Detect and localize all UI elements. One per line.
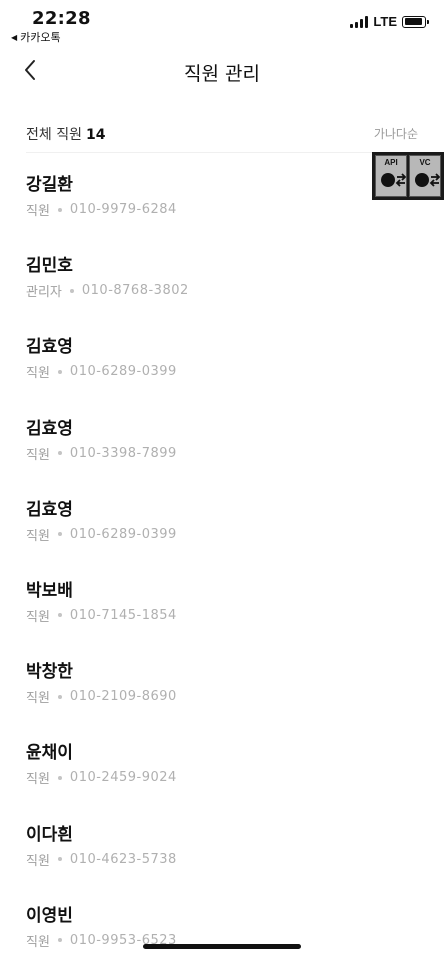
employee-name: 이다흰 [26,824,73,845]
page-title: 직원 관리 [184,63,260,85]
vc-swap-icon [415,173,440,187]
employee-meta: 직원 010-7145-1854 [26,606,177,625]
back-triangle-icon: ◀ [11,32,18,42]
employee-role: 직원 [26,609,50,625]
separator-dot [57,857,62,861]
count-label: 전체 직원 [26,127,82,143]
employee-name: 박보배 [26,580,73,601]
employee-name: 윤채이 [26,743,73,764]
employee-role: 관리자 [26,285,62,301]
employee-name: 김민호 [26,256,73,277]
separator-dot [57,369,62,374]
employee-phone: 010-3398-7899 [69,445,177,461]
employee-role: 직원 [26,691,50,707]
vc-label: VC [419,158,431,167]
separator-dot [57,613,62,618]
employee-meta: 직원 010-9979-6284 [26,200,177,219]
debug-overlay-widget: API VC [372,152,444,200]
employee-role: 직원 [26,853,50,869]
separator-dot [57,451,62,456]
employee-meta: 직원 010-6289-0399 [26,362,177,381]
employee-list: 강길환 직원 010-9979-6284 김민호 관리자 010-8768-38… [26,165,418,977]
employee-row[interactable]: 김효영 직원 010-6289-0399 [26,490,418,571]
employee-role: 직원 [26,204,50,219]
signal-icon [350,15,369,28]
back-to-app-link[interactable]: ◀ 카카오톡 [11,29,61,45]
employee-row[interactable]: 이영빈 직원 010-9953-6523 [26,896,418,977]
employee-row[interactable]: 김효영 직원 010-3398-7899 [26,409,418,490]
employee-meta: 직원 010-3398-7899 [26,444,177,463]
employee-row[interactable]: 윤채이 직원 010-2459-9024 [26,733,418,814]
status-time: 22:28 [32,8,91,29]
employee-meta: 직원 010-4623-5738 [26,850,177,869]
network-type: LTE [373,14,397,29]
employee-role: 직원 [26,366,50,382]
api-toggle-button[interactable]: API [375,155,407,197]
employee-meta: 직원 010-6289-0399 [26,525,177,544]
employee-row[interactable]: 강길환 직원 010-9979-6284 [26,165,418,246]
employee-phone: 010-8768-3802 [81,283,189,299]
employee-role: 직원 [26,934,50,950]
employee-phone: 010-2109-8690 [69,689,177,705]
separator-dot [57,694,62,699]
employee-phone: 010-6289-0399 [69,364,177,380]
separator-dot [57,938,62,943]
list-header: 전체 직원 14 가나다순 [26,120,418,153]
employee-name: 강길환 [26,175,73,195]
employee-name: 김효영 [26,418,73,439]
employee-role: 직원 [26,528,50,544]
status-indicators: LTE [350,14,429,29]
home-indicator[interactable] [143,944,301,949]
employee-role: 직원 [26,772,50,788]
separator-dot [57,775,62,780]
employee-row[interactable]: 이다흰 직원 010-4623-5738 [26,815,418,896]
employee-count: 전체 직원 14 [26,124,105,144]
employee-row[interactable]: 김효영 직원 010-6289-0399 [26,327,418,408]
employee-row[interactable]: 박보배 직원 010-7145-1854 [26,571,418,652]
employee-name: 박창한 [26,662,73,683]
employee-phone: 010-4623-5738 [69,851,177,867]
separator-dot [69,288,74,293]
count-value: 14 [85,127,106,143]
employee-role: 직원 [26,447,50,463]
status-bar: 22:28 ◀ 카카오톡 LTE [0,0,444,46]
employee-meta: 직원 010-2459-9024 [26,768,177,787]
sort-button[interactable]: 가나다순 [374,125,418,142]
api-label: API [384,158,398,167]
employee-phone: 010-9979-6284 [69,202,177,217]
battery-icon [402,15,429,28]
employee-phone: 010-7145-1854 [69,607,177,623]
employee-phone: 010-2459-9024 [69,770,177,786]
separator-dot [57,532,62,537]
vc-toggle-button[interactable]: VC [409,155,441,197]
nav-bar: 직원 관리 [0,50,444,92]
employee-phone: 010-6289-0399 [69,526,177,542]
employee-name: 김효영 [26,337,73,358]
employee-name: 김효영 [26,499,73,520]
back-app-label: 카카오톡 [20,31,61,44]
employee-row[interactable]: 김민호 관리자 010-8768-3802 [26,246,418,327]
separator-dot [57,207,62,212]
employee-row[interactable]: 박창한 직원 010-2109-8690 [26,652,418,733]
employee-meta: 직원 010-2109-8690 [26,687,177,706]
api-swap-icon [381,173,406,187]
employee-name: 이영빈 [26,905,73,926]
employee-meta: 관리자 010-8768-3802 [26,281,189,300]
